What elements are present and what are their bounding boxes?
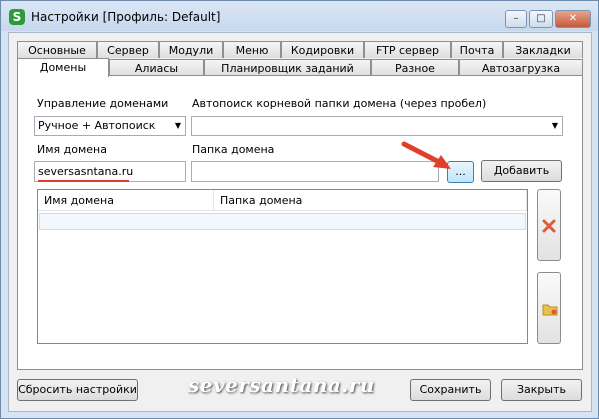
settings-window: S Настройки [Профиль: Default] – □ ✕ Осн… (0, 0, 599, 419)
domain-management-label: Управление доменами (37, 97, 169, 110)
tab-scheduler[interactable]: Планировщик заданий (204, 59, 371, 76)
domain-name-label: Имя домена (37, 143, 107, 156)
window-title: Настройки [Профиль: Default] (31, 10, 221, 24)
add-button[interactable]: Добавить (481, 160, 562, 182)
reset-settings-button[interactable]: Сбросить настройки (17, 379, 138, 401)
folder-button[interactable] (537, 272, 561, 344)
table-row[interactable] (39, 213, 526, 230)
column-header-domain-folder[interactable]: Папка домена (214, 190, 527, 211)
folder-icon (542, 304, 558, 316)
chevron-down-icon: ▼ (551, 121, 558, 130)
maximize-button[interactable]: □ (529, 10, 553, 28)
tab-modules[interactable]: Модули (159, 41, 223, 58)
tab-aliases[interactable]: Алиасы (109, 59, 204, 76)
tab-bookmarks[interactable]: Закладки (503, 41, 583, 58)
app-icon: S (9, 9, 25, 25)
save-button[interactable]: Сохранить (410, 379, 491, 401)
delete-icon (542, 219, 556, 233)
title-bar[interactable]: S Настройки [Профиль: Default] – □ ✕ (1, 1, 598, 31)
close-window-button[interactable]: ✕ (555, 10, 591, 28)
domain-name-value: seversasntana.ru (38, 165, 134, 178)
column-header-domain-name[interactable]: Имя домена (38, 190, 214, 211)
annotation-arrow-icon (401, 141, 451, 169)
tab-domains[interactable]: Домены (17, 58, 109, 77)
tab-autostart[interactable]: Автозагрузка (459, 59, 583, 76)
tab-encodings[interactable]: Кодировки (281, 41, 364, 58)
tab-mail[interactable]: Почта (451, 41, 503, 58)
domains-table[interactable]: Имя домена Папка домена (37, 189, 528, 344)
domain-name-input[interactable]: seversasntana.ru (34, 161, 186, 182)
red-underline (38, 180, 129, 182)
minimize-button[interactable]: – (505, 10, 527, 28)
close-button[interactable]: Закрыть (501, 379, 582, 401)
tab-ftp-server[interactable]: FTP сервер (364, 41, 451, 58)
delete-button[interactable] (537, 189, 561, 261)
watermark: seversantana.ru (188, 373, 375, 397)
domain-folder-label: Папка домена (192, 143, 275, 156)
domain-management-value: Ручное + Автопоиск (38, 119, 156, 132)
tab-misc[interactable]: Разное (371, 59, 459, 76)
chevron-down-icon: ▼ (174, 121, 181, 130)
tab-general[interactable]: Основные (17, 41, 97, 58)
tab-menu[interactable]: Меню (223, 41, 281, 58)
tab-server[interactable]: Сервер (97, 41, 159, 58)
domain-management-select[interactable]: Ручное + Автопоиск ▼ (34, 116, 186, 136)
autosearch-select[interactable]: ▼ (191, 116, 563, 136)
autosearch-label: Автопоиск корневой папки домена (через п… (192, 97, 487, 110)
